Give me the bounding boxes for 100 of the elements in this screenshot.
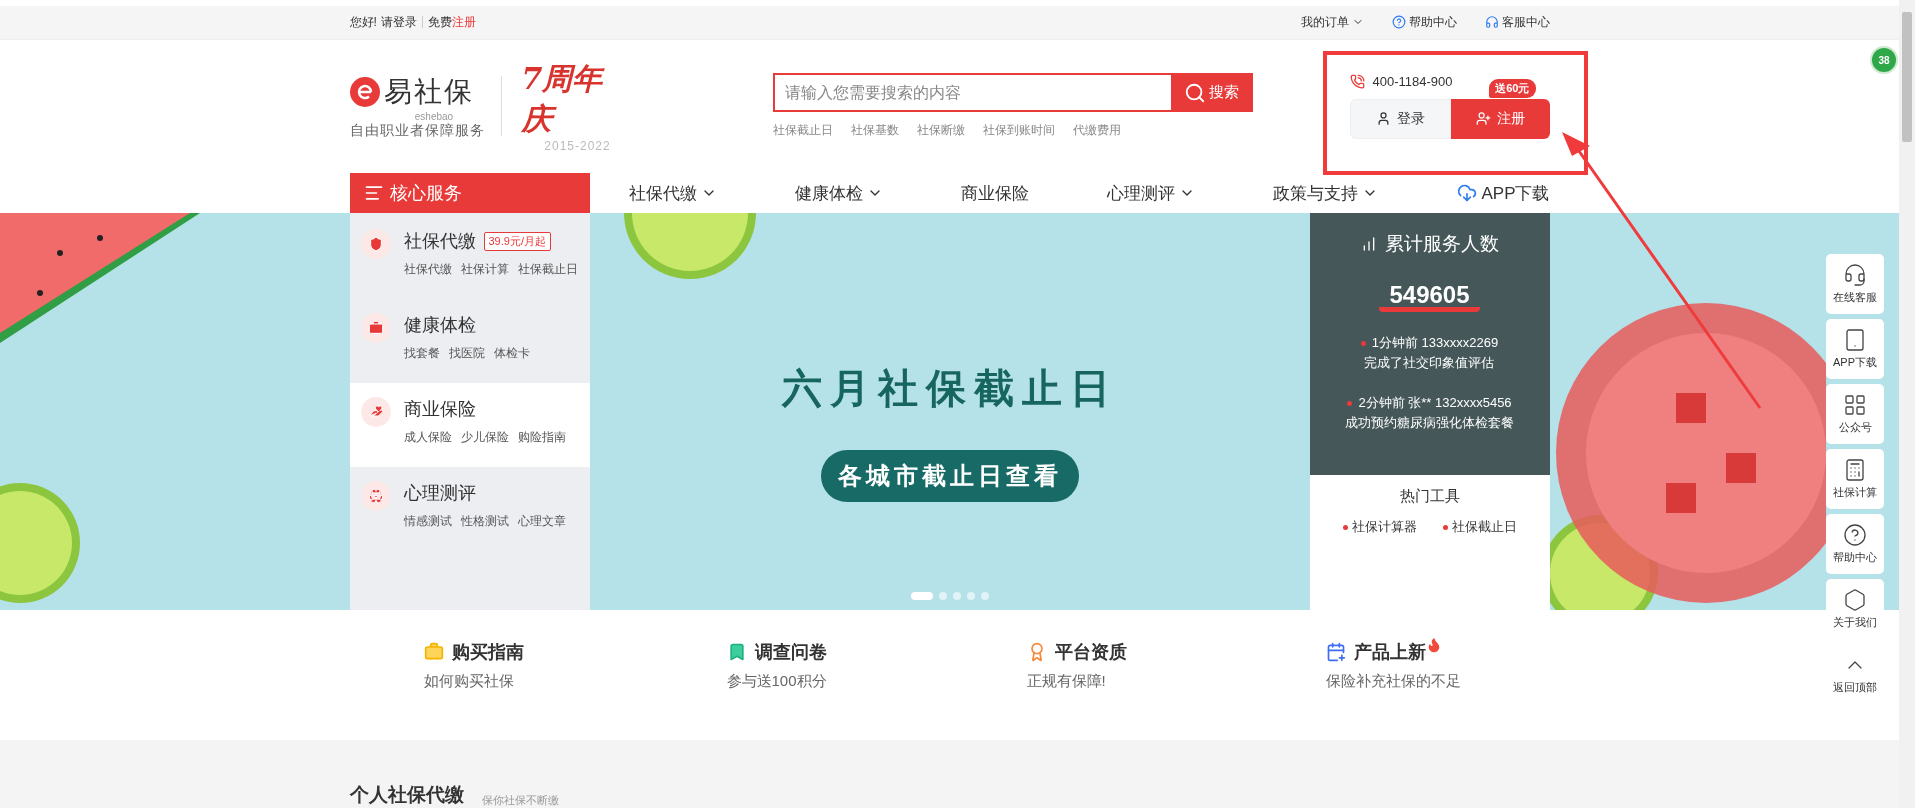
anniversary-years: 2015-2022 (544, 139, 611, 154)
search-icon (1184, 81, 1206, 104)
category-link[interactable]: 情感测试 (403, 513, 452, 531)
brain-icon (367, 488, 384, 505)
category-title: 社保代缴 (403, 230, 476, 254)
hand-heart-icon (367, 404, 384, 421)
app-download-link[interactable]: APP下载 (1457, 181, 1550, 205)
medical-kit-icon (367, 320, 384, 337)
category-title: 心理测评 (403, 482, 476, 506)
user-icon (1375, 111, 1391, 127)
hot-search-link[interactable]: 社保到账时间 (982, 122, 1055, 140)
feature-title[interactable]: 平台资质 (1054, 639, 1127, 664)
category-link[interactable]: 心理文章 (517, 513, 566, 531)
category-link[interactable]: 体检卡 (493, 345, 530, 363)
calculator-icon (1843, 458, 1867, 482)
register-prefix: 免费 (427, 13, 452, 31)
category-link[interactable]: 成人保险 (403, 429, 452, 447)
feature-title[interactable]: 购买指南 (451, 639, 524, 664)
menu-category[interactable]: 商业保险 成人保险 少儿保险 购险指南 (349, 383, 590, 468)
nav-item[interactable]: 商业保险 (960, 181, 1029, 205)
feature-title[interactable]: 产品上新 (1353, 639, 1426, 664)
carousel-dot[interactable] (938, 591, 947, 600)
register-button[interactable]: 注册 (1450, 98, 1550, 139)
cloud-download-icon (1457, 183, 1478, 204)
category-link[interactable]: 社保代缴 (403, 261, 452, 279)
section-subtitle: 保你社保不断缴 (481, 793, 559, 808)
feature-subtitle: 如何购买社保 (423, 671, 515, 691)
tool-link[interactable]: 社保截止日 (1442, 518, 1517, 537)
logo-icon (349, 76, 380, 107)
carousel-dot[interactable] (952, 591, 961, 600)
category-link[interactable]: 找套餐 (403, 345, 440, 363)
grid-icon (1843, 393, 1867, 417)
section-title: 个人社保代缴 (349, 783, 464, 807)
login-link[interactable]: 请登录 (380, 13, 417, 31)
bullet-icon (1360, 340, 1366, 346)
greeting-text: 您好! (349, 13, 377, 31)
bullet-icon (1347, 400, 1353, 406)
feed-line: 完成了社交印象值评估 (1364, 354, 1495, 373)
feed-line: 成功预约糖尿病强化体检套餐 (1345, 414, 1514, 433)
hot-search-link[interactable]: 社保断缴 (916, 122, 965, 140)
nav-item[interactable]: 心理测评 (1107, 181, 1196, 205)
promo-badge: 送60元 (1489, 78, 1536, 98)
orders-dropdown[interactable]: 我的订单 (1300, 13, 1364, 31)
nav-item[interactable]: 社保代缴 (628, 181, 717, 205)
category-link[interactable]: 性格测试 (460, 513, 509, 531)
user-plus-icon (1475, 111, 1491, 127)
shield-icon (367, 236, 384, 253)
category-link[interactable]: 社保截止日 (517, 261, 578, 279)
calendar-plus-icon (1325, 641, 1346, 662)
top-link[interactable]: 帮助中心 (1391, 13, 1457, 31)
nav-item[interactable]: 政策与支持 (1273, 181, 1379, 205)
category-link[interactable]: 购险指南 (517, 429, 566, 447)
hot-search-link[interactable]: 社保截止日 (772, 122, 833, 140)
logo-name: 易社保 (383, 74, 474, 109)
help-icon (1843, 523, 1867, 547)
search-field[interactable]: 请输入您需要搜索的内容 (772, 73, 1171, 113)
tools-title: 热门工具 (1399, 487, 1460, 507)
feed-line: 2分钟前 张** 132xxxx5456 (1347, 394, 1512, 413)
banner-title: 六月社保截止日 (781, 364, 1118, 412)
carousel-dot[interactable] (966, 591, 975, 600)
search-button[interactable]: 搜索 (1170, 73, 1253, 113)
phone-number: 400-1184-900 (1372, 73, 1453, 89)
banner-button[interactable]: 各城市截止日查看 (820, 449, 1079, 502)
hexagon-icon (1843, 588, 1867, 612)
side-tool-button[interactable]: 社保计算 (1826, 449, 1884, 509)
carousel-dot[interactable] (980, 591, 989, 600)
feature-subtitle: 参与送100积分 (726, 671, 828, 691)
service-count: 549605 (1379, 283, 1480, 313)
category-title: 商业保险 (403, 398, 476, 422)
hot-search-link[interactable]: 代缴费用 (1072, 122, 1121, 140)
category-link[interactable]: 少儿保险 (460, 429, 509, 447)
feature-title[interactable]: 调查问卷 (754, 639, 827, 664)
hot-search-link[interactable]: 社保基数 (850, 122, 899, 140)
side-tool-button[interactable]: 在线客服 (1826, 254, 1884, 314)
briefcase-icon (423, 641, 444, 662)
scrollbar-thumb[interactable] (1902, 12, 1912, 142)
side-tool-button[interactable]: 帮助中心 (1826, 514, 1884, 574)
category-link[interactable]: 社保计算 (460, 261, 509, 279)
phone-icon (1349, 73, 1365, 89)
core-services-tab[interactable]: 核心服务 (349, 173, 590, 214)
headset-icon (1843, 263, 1867, 287)
feed-line: 1分钟前 133xxxx2269 (1360, 334, 1499, 353)
logo-slogan: 自由职业者保障服务 (349, 121, 485, 140)
price-tag: 39.9元/月起 (483, 231, 551, 251)
tool-link[interactable]: 社保计算器 (1342, 518, 1417, 537)
side-tool-button[interactable]: 公众号 (1826, 384, 1884, 444)
feature-subtitle: 正规有保障! (1026, 671, 1107, 691)
register-link[interactable]: 注册 (451, 13, 476, 31)
stats-title: 累计服务人数 (1384, 232, 1499, 257)
headphones-icon (1484, 15, 1499, 30)
nav-item[interactable]: 健康体检 (794, 181, 883, 205)
top-link[interactable]: 客服中心 (1484, 13, 1550, 31)
category-title: 健康体检 (403, 314, 476, 338)
logo-subtext: eshebao (413, 110, 455, 122)
login-button[interactable]: 登录 (1349, 98, 1451, 139)
anniversary-title: 7周年庆 (520, 60, 606, 139)
category-link[interactable]: 找医院 (448, 345, 485, 363)
feature-subtitle: 保险补充社保的不足 (1325, 671, 1462, 691)
side-tool-button[interactable]: APP下载 (1826, 319, 1884, 379)
tablet-icon (1843, 328, 1867, 352)
